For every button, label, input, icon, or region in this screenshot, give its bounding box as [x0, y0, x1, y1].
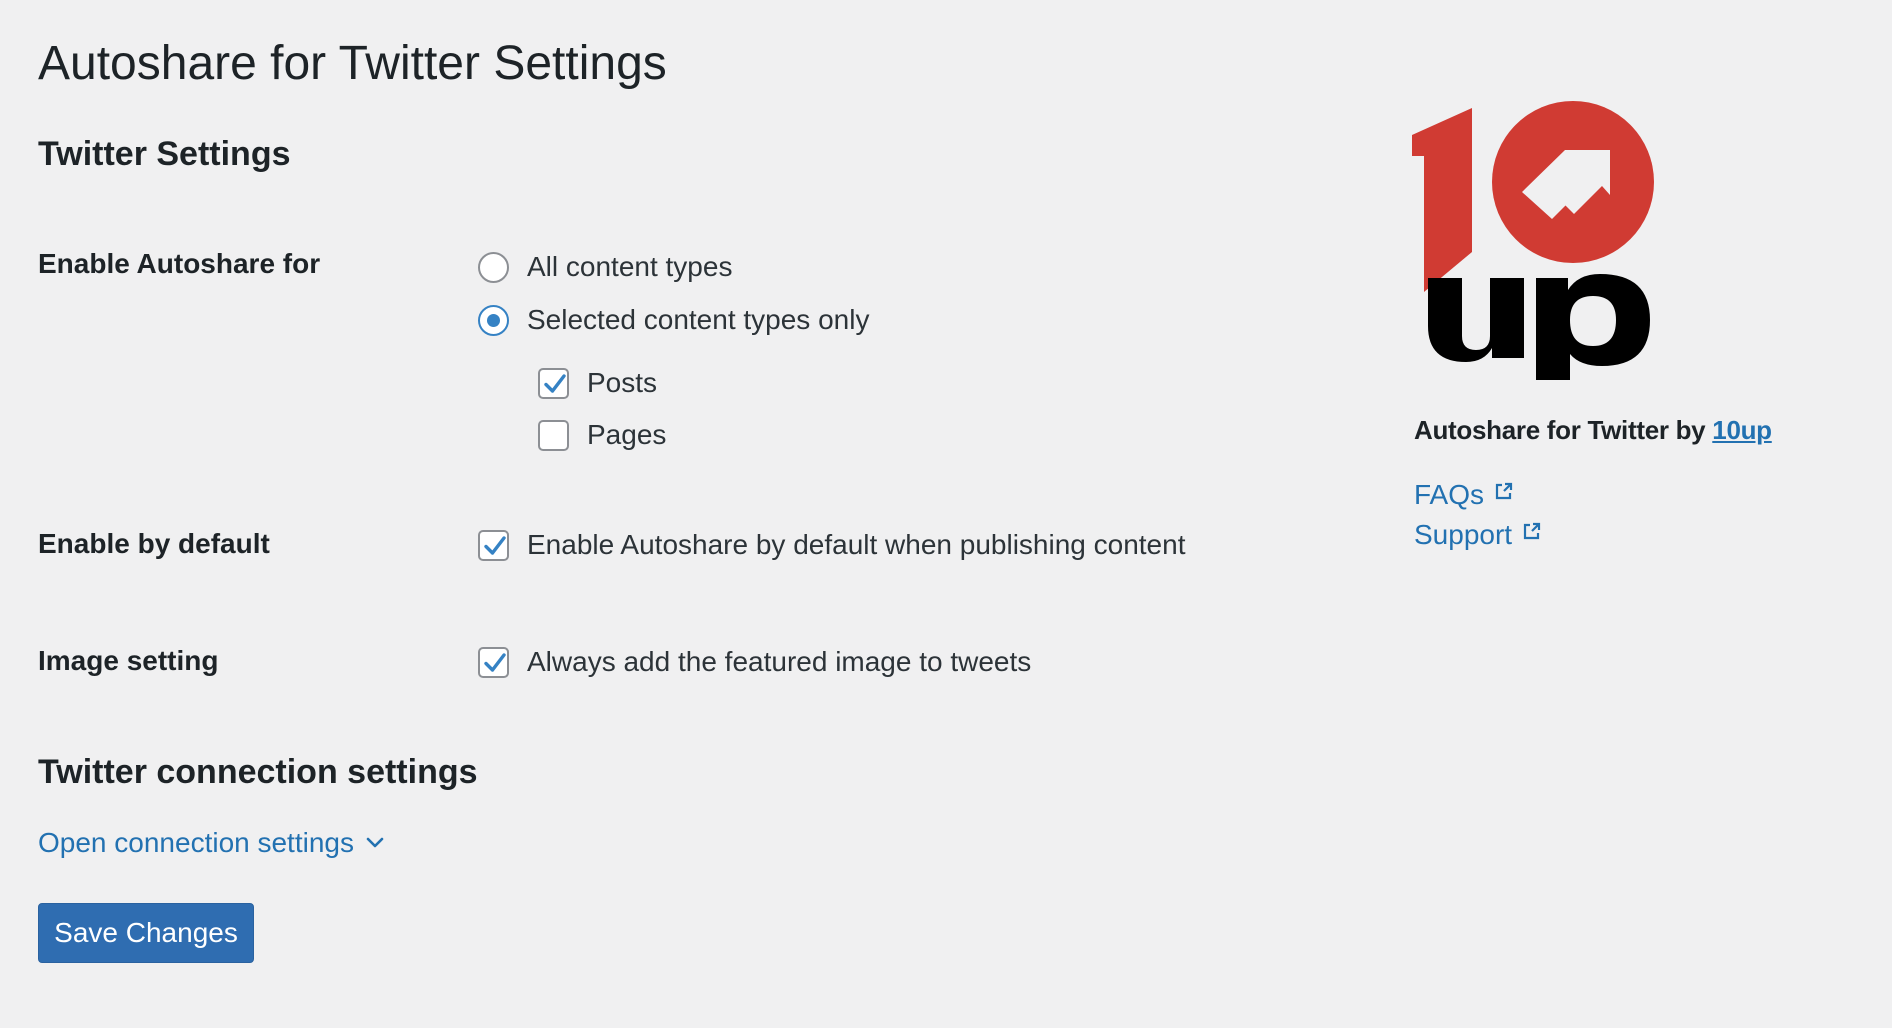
radio-all-content-types[interactable]: All content types — [478, 250, 732, 284]
checkbox-label: Pages — [587, 419, 667, 450]
checkmark-icon — [484, 652, 506, 672]
plugin-byline: Autoshare for Twitter by 10up — [1414, 413, 1772, 447]
support-link[interactable]: Support — [1414, 518, 1542, 552]
checkbox-label: Enable Autoshare by default when publish… — [527, 529, 1186, 560]
10up-logo — [1412, 100, 1662, 385]
page-title: Autoshare for Twitter Settings — [38, 37, 667, 90]
support-label: Support — [1414, 519, 1513, 550]
enable-by-default-label: Enable by default — [38, 528, 270, 559]
faqs-link[interactable]: FAQs — [1414, 478, 1514, 512]
radio-button[interactable] — [478, 251, 509, 283]
radio-button[interactable] — [478, 304, 509, 336]
faqs-label: FAQs — [1414, 479, 1485, 510]
checkbox-box[interactable] — [538, 419, 569, 451]
checkbox-featured-image[interactable]: Always add the featured image to tweets — [478, 645, 1031, 679]
settings-page: Autoshare for Twitter Settings Twitter S… — [0, 0, 1892, 1028]
save-changes-button[interactable]: Save Changes — [38, 903, 254, 963]
checkbox-posts[interactable]: Posts — [538, 366, 657, 400]
radio-selected-content-types[interactable]: Selected content types only — [478, 303, 869, 337]
checkbox-box[interactable] — [538, 367, 569, 399]
checkmark-icon — [544, 373, 566, 393]
twitter-settings-heading: Twitter Settings — [38, 135, 291, 173]
checkbox-pages[interactable]: Pages — [538, 418, 666, 452]
checkmark-icon — [484, 535, 506, 555]
connection-settings-label: Open connection settings — [38, 827, 354, 858]
image-setting-label: Image setting — [38, 645, 219, 676]
external-link-icon — [1523, 522, 1541, 540]
checkbox-box[interactable] — [478, 529, 509, 561]
chevron-down-icon — [366, 837, 384, 848]
checkbox-label: Posts — [587, 367, 658, 398]
enable-autoshare-label: Enable Autoshare for — [38, 248, 321, 279]
radio-label: Selected content types only — [527, 304, 870, 335]
radio-selected-dot — [487, 313, 500, 327]
10up-link[interactable]: 10up — [1712, 415, 1772, 445]
radio-label: All content types — [527, 251, 733, 282]
external-link-icon — [1495, 482, 1513, 500]
checkbox-box[interactable] — [478, 646, 509, 678]
byline-text: Autoshare for Twitter by — [1414, 415, 1706, 445]
checkbox-enable-by-default[interactable]: Enable Autoshare by default when publish… — [478, 528, 1185, 562]
connection-settings-heading: Twitter connection settings — [38, 753, 478, 791]
checkbox-label: Always add the featured image to tweets — [527, 646, 1032, 677]
open-connection-settings-link[interactable]: Open connection settings — [38, 826, 384, 860]
